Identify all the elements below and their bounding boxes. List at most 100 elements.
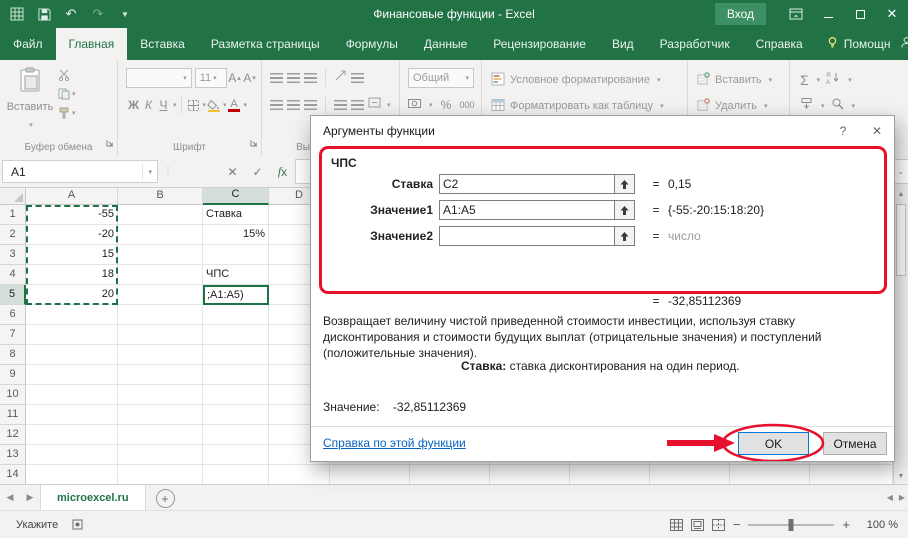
horizontal-scrollbar[interactable]: ◀ ▶: [887, 485, 905, 510]
ribbon-tab-Главная[interactable]: Главная: [55, 28, 128, 60]
minimize-button[interactable]: [812, 0, 844, 28]
align-center-icon[interactable]: [287, 100, 300, 110]
cell-A8[interactable]: [26, 345, 118, 365]
ribbon-tab-Формулы[interactable]: Формулы: [333, 28, 411, 60]
find-select-icon[interactable]: [831, 97, 844, 115]
undo-icon[interactable]: ↶: [63, 6, 79, 22]
fill-icon[interactable]: [800, 97, 813, 115]
zoom-in-button[interactable]: +: [842, 517, 850, 532]
row-header-8[interactable]: 8: [0, 345, 26, 365]
cell-B6[interactable]: [118, 305, 203, 325]
dialog-title-bar[interactable]: Аргументы функции ? ✕: [311, 116, 894, 146]
collapse-dialog-icon[interactable]: [615, 226, 635, 246]
cell-C3[interactable]: [203, 245, 269, 265]
redo-icon[interactable]: ↷: [90, 6, 106, 22]
normal-view-icon[interactable]: [669, 518, 683, 531]
copy-icon[interactable]: ▾: [58, 88, 76, 100]
cell-C8[interactable]: [203, 345, 269, 365]
cell-A12[interactable]: [26, 425, 118, 445]
cell-B2[interactable]: [118, 225, 203, 245]
close-button[interactable]: ✕: [876, 0, 908, 28]
font-size-combo[interactable]: 11 ▾: [194, 68, 227, 88]
orientation-icon[interactable]: [334, 69, 347, 87]
cell-C10[interactable]: [203, 385, 269, 405]
ribbon-tab-Разметка страницы[interactable]: Разметка страницы: [198, 28, 333, 60]
vertical-scrollbar[interactable]: ▲ ▼: [893, 187, 908, 484]
cell-B5[interactable]: [118, 285, 203, 305]
cell-B13[interactable]: [118, 445, 203, 465]
name-box-dropdown-icon[interactable]: ▾: [142, 163, 157, 180]
row-header-1[interactable]: 1: [0, 205, 26, 225]
enter-entry-icon[interactable]: ✓: [245, 160, 270, 183]
row-header-6[interactable]: 6: [0, 305, 26, 325]
ribbon-tab-Вставка[interactable]: Вставка: [127, 28, 198, 60]
align-right-icon[interactable]: [304, 100, 317, 110]
formula-bar-splitter[interactable]: ⋮: [163, 166, 173, 177]
save-icon[interactable]: [36, 6, 52, 22]
comma-style-icon[interactable]: 000: [460, 100, 475, 110]
sign-in-button[interactable]: Вход: [714, 3, 766, 25]
cell-B3[interactable]: [118, 245, 203, 265]
ribbon-tab-Справка[interactable]: Справка: [743, 28, 816, 60]
cell-C4[interactable]: ЧПС: [203, 265, 269, 285]
align-left-icon[interactable]: [270, 100, 283, 110]
dialog-help-icon[interactable]: ?: [826, 116, 860, 146]
borders-icon[interactable]: [186, 99, 201, 112]
cell-I14[interactable]: [650, 465, 730, 484]
cell-A7[interactable]: [26, 325, 118, 345]
ribbon-tab-Вид[interactable]: Вид: [599, 28, 647, 60]
row-header-11[interactable]: 11: [0, 405, 26, 425]
cell-A1[interactable]: -55: [26, 205, 118, 225]
excel-app-icon[interactable]: [9, 6, 25, 22]
cell-A13[interactable]: [26, 445, 118, 465]
column-header-B[interactable]: B: [118, 187, 203, 205]
zoom-slider-thumb[interactable]: [788, 518, 794, 531]
merge-center-icon[interactable]: [368, 96, 381, 114]
share-button[interactable]: Поделиться: [900, 28, 908, 60]
ribbon-tab-Рецензирование[interactable]: Рецензирование: [480, 28, 599, 60]
help-link[interactable]: Справка по этой функции: [323, 436, 466, 450]
new-sheet-button[interactable]: +: [155, 489, 175, 508]
fill-color-icon[interactable]: [206, 99, 221, 112]
sheet-nav-right-icon[interactable]: ▶: [20, 485, 40, 510]
clipboard-dialog-launcher-icon[interactable]: [106, 134, 114, 152]
cell-C9[interactable]: [203, 365, 269, 385]
row-header-14[interactable]: 14: [0, 465, 26, 484]
sheet-tab-active[interactable]: microexcel.ru: [40, 485, 146, 510]
zoom-level[interactable]: 100 %: [858, 519, 898, 531]
font-dialog-launcher-icon[interactable]: [250, 134, 258, 152]
zoom-slider[interactable]: [748, 518, 835, 531]
paste-button[interactable]: Вставить ▾: [7, 67, 53, 129]
scroll-up-icon[interactable]: ▲: [894, 187, 908, 202]
format-painter-icon[interactable]: ▾: [58, 107, 76, 119]
font-color-icon[interactable]: А: [227, 98, 242, 112]
font-name-combo[interactable]: ▾: [126, 68, 192, 88]
collapse-dialog-icon[interactable]: [615, 174, 635, 194]
cell-A2[interactable]: -20: [26, 225, 118, 245]
cell-C12[interactable]: [203, 425, 269, 445]
ribbon-tab-Данные[interactable]: Данные: [411, 28, 480, 60]
cell-B12[interactable]: [118, 425, 203, 445]
row-header-13[interactable]: 13: [0, 445, 26, 465]
cell-A11[interactable]: [26, 405, 118, 425]
hscroll-left-icon[interactable]: ◀: [887, 493, 893, 502]
macro-record-icon[interactable]: [72, 519, 83, 530]
ribbon-tab-Разработчик[interactable]: Разработчик: [647, 28, 743, 60]
column-header-C[interactable]: C: [203, 187, 269, 205]
page-break-view-icon[interactable]: [711, 518, 725, 531]
decrease-font-size-icon[interactable]: А ▾: [242, 71, 257, 85]
cell-C2[interactable]: 15%: [203, 225, 269, 245]
scroll-down-icon[interactable]: ▼: [894, 469, 908, 484]
row-header-3[interactable]: 3: [0, 245, 26, 265]
cell-A4[interactable]: 18: [26, 265, 118, 285]
format-as-table-button[interactable]: Форматировать как таблицу ▾: [491, 95, 687, 117]
align-bottom-icon[interactable]: [304, 73, 317, 83]
qat-customize-icon[interactable]: ▼: [117, 6, 133, 22]
cell-C14[interactable]: [203, 465, 269, 484]
cell-B9[interactable]: [118, 365, 203, 385]
active-cell-C5[interactable]: ;A1:A5): [203, 285, 269, 305]
cell-B4[interactable]: [118, 265, 203, 285]
cell-K14[interactable]: [810, 465, 893, 484]
ok-button[interactable]: OK: [738, 432, 809, 455]
cell-C7[interactable]: [203, 325, 269, 345]
